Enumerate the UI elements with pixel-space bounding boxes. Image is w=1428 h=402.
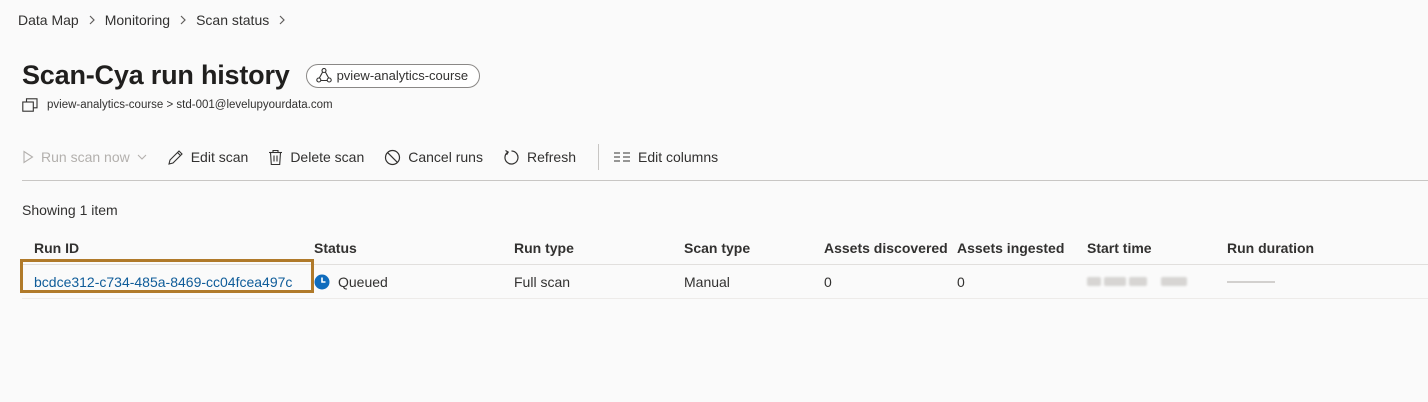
column-header-scan-type[interactable]: Scan type <box>684 232 750 264</box>
start-time-cell <box>1087 265 1187 298</box>
run-type-cell: Full scan <box>514 273 571 290</box>
edit-scan-button[interactable]: Edit scan <box>167 149 249 166</box>
status-text: Queued <box>338 273 388 290</box>
chevron-right-icon <box>278 15 286 25</box>
toolbar-divider <box>597 144 599 170</box>
chevron-right-icon <box>88 15 96 25</box>
collection-badge[interactable]: pview-analytics-course <box>305 63 481 88</box>
pencil-icon <box>167 149 183 165</box>
collection-path: pview-analytics-course > std-001@levelup… <box>22 98 333 112</box>
delete-scan-button[interactable]: Delete scan <box>268 149 364 166</box>
chevron-down-icon <box>137 154 147 160</box>
run-id-cell: bcdce312-c734-485a-8469-cc04fcea497c <box>20 259 314 298</box>
column-header-start-time[interactable]: Start time <box>1087 232 1152 264</box>
page-title: Scan-Cya run history <box>22 60 290 90</box>
edit-scan-label: Edit scan <box>190 149 249 165</box>
cancel-runs-label: Cancel runs <box>408 149 483 165</box>
chevron-right-icon <box>179 15 187 25</box>
delete-scan-label: Delete scan <box>290 149 365 165</box>
scan-type-cell: Manual <box>684 273 730 290</box>
column-header-run-type[interactable]: Run type <box>514 232 574 264</box>
collection-icon <box>315 68 332 83</box>
copy-path-icon <box>22 98 38 112</box>
breadcrumb-monitoring[interactable]: Monitoring <box>105 12 170 28</box>
refresh-button[interactable]: Refresh <box>503 149 576 166</box>
column-header-status[interactable]: Status <box>314 232 357 264</box>
edit-columns-label: Edit columns <box>637 149 719 165</box>
run-scan-now-button[interactable]: Run scan now <box>22 149 147 165</box>
title-row: Scan-Cya run history pview-analytics-cou… <box>22 60 481 91</box>
breadcrumb: Data Map Monitoring Scan status <box>18 12 295 28</box>
play-icon <box>23 150 34 164</box>
breadcrumb-scan-status[interactable]: Scan status <box>196 12 269 28</box>
run-scan-now-label: Run scan now <box>41 149 130 165</box>
refresh-icon <box>504 149 519 165</box>
column-header-run-duration[interactable]: Run duration <box>1227 232 1314 264</box>
cancel-icon <box>385 149 401 165</box>
cancel-runs-button[interactable]: Cancel runs <box>384 149 483 166</box>
column-header-assets-ingested[interactable]: Assets ingested <box>957 232 1064 264</box>
run-duration-cell <box>1227 265 1275 298</box>
clock-icon <box>314 274 330 289</box>
breadcrumb-data-map[interactable]: Data Map <box>18 12 79 28</box>
run-history-table: Run ID Status Run type Scan type Assets … <box>20 232 1428 299</box>
redacted-start-time <box>1087 277 1187 286</box>
command-bar: Run scan now Edit scan Delete scan Cance… <box>22 144 738 170</box>
table-row[interactable]: bcdce312-c734-485a-8469-cc04fcea497c Que… <box>20 259 1428 299</box>
refresh-label: Refresh <box>526 149 576 165</box>
column-header-assets-discovered[interactable]: Assets discovered <box>824 232 948 264</box>
assets-discovered-cell: 0 <box>824 273 832 290</box>
collection-path-text: pview-analytics-course > std-001@levelup… <box>47 99 333 111</box>
toolbar-separator <box>22 180 1428 181</box>
trash-icon <box>269 149 283 165</box>
collection-badge-label: pview-analytics-course <box>336 68 469 83</box>
edit-columns-button[interactable]: Edit columns <box>613 149 718 165</box>
highlight-box <box>20 259 314 293</box>
redacted-run-duration <box>1227 280 1275 283</box>
assets-ingested-cell: 0 <box>957 273 965 290</box>
columns-icon <box>613 152 630 162</box>
item-count: Showing 1 item <box>22 202 118 218</box>
status-cell: Queued <box>314 265 388 298</box>
